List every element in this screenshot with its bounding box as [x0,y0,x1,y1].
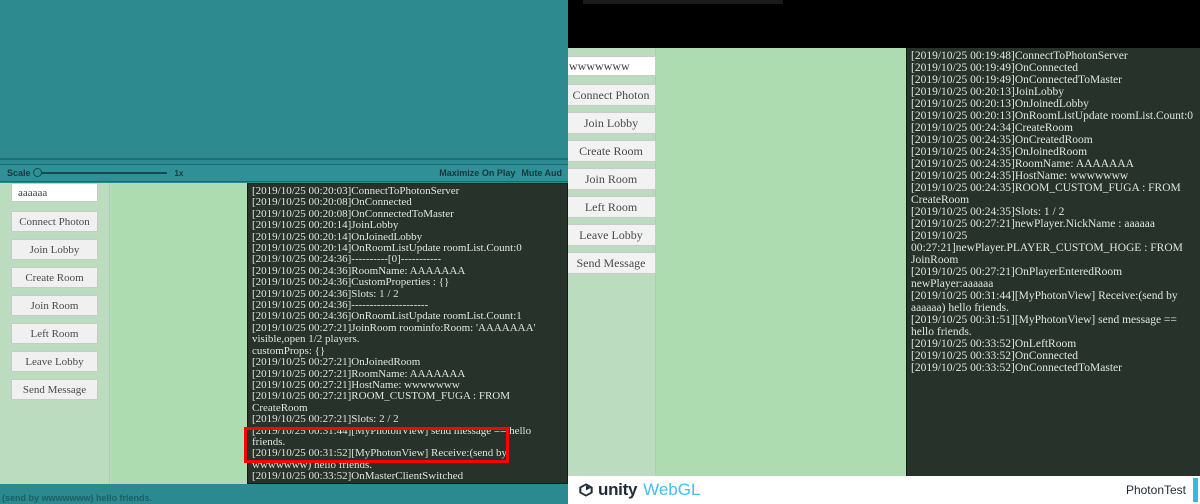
editor-left-room-button[interactable]: Left Room [11,323,98,344]
webgl-left-room-button[interactable]: Left Room [568,196,656,218]
webgl-create-room-button[interactable]: Create Room [568,140,656,162]
scale-slider[interactable] [32,168,167,177]
editor-game-ui-button-column: Connect Photon Join Lobby Create Room Jo… [0,183,110,484]
webgl-build-title: PhotonTest [1125,483,1186,497]
toolbar-right-group: Maximize On Play Mute Aud [439,168,568,178]
webgl-game-canvas[interactable]: Connect Photon Join Lobby Create Room Jo… [568,48,1200,476]
editor-leave-lobby-button[interactable]: Leave Lobby [11,351,98,372]
editor-create-room-button[interactable]: Create Room [11,267,98,288]
editor-connect-photon-button[interactable]: Connect Photon [11,211,98,232]
webgl-game-ui-button-column: Connect Photon Join Lobby Create Room Jo… [568,48,656,476]
editor-join-lobby-button[interactable]: Join Lobby [11,239,98,260]
editor-upper-panel-area [0,0,568,160]
webgl-log-panel[interactable]: [2019/10/25 00:19:48]ConnectToPhotonServ… [906,48,1200,476]
webgl-join-room-button[interactable]: Join Room [568,168,656,190]
unity-editor-window: Scale 1x Maximize On Play Mute Aud Conne… [0,0,568,504]
mute-audio-toggle[interactable]: Mute Aud [521,168,562,178]
webgl-game-empty-area [657,48,906,476]
editor-log-text: [2019/10/25 00:20:03]ConnectToPhotonServ… [252,185,542,483]
editor-join-room-button[interactable]: Join Room [11,295,98,316]
unity-logo: unity WebGL [578,480,700,500]
webgl-send-message-button[interactable]: Send Message [568,252,656,274]
editor-log-panel[interactable]: [2019/10/25 00:20:03]ConnectToPhotonServ… [247,183,568,484]
editor-nickname-input[interactable] [11,183,98,202]
scale-value: 1x [174,168,184,178]
webgl-join-lobby-button[interactable]: Join Lobby [568,112,656,134]
browser-chrome-bar [568,0,1200,48]
page-scrollbar-thumb[interactable] [1193,478,1198,502]
scale-label: Scale [7,168,31,178]
unity-cube-icon [579,483,593,497]
webgl-wordmark: WebGL [643,480,701,499]
game-view-toolbar: Scale 1x Maximize On Play Mute Aud [0,164,568,182]
webgl-footer-bar: unity WebGL PhotonTest [568,476,1200,504]
maximize-on-play-toggle[interactable]: Maximize On Play [439,168,515,178]
webgl-nickname-input[interactable] [568,56,656,76]
browser-window: Connect Photon Join Lobby Create Room Jo… [568,0,1200,504]
editor-clipped-console-text: (send by wwwwwww) hello friends. [2,493,153,503]
editor-bottom-strip: (send by wwwwwww) hello friends. [0,484,568,504]
editor-game-empty-area [111,183,247,484]
webgl-leave-lobby-button[interactable]: Leave Lobby [568,224,656,246]
screenshot-root: Scale 1x Maximize On Play Mute Aud Conne… [0,0,1200,504]
browser-tab-strip[interactable] [583,0,783,4]
editor-send-message-button[interactable]: Send Message [11,379,98,400]
webgl-connect-photon-button[interactable]: Connect Photon [568,84,656,106]
unity-wordmark: unity [598,480,638,499]
scale-slider-handle[interactable] [32,168,42,177]
webgl-log-text: [2019/10/25 00:19:48]ConnectToPhotonServ… [911,50,1194,374]
editor-game-view: Connect Photon Join Lobby Create Room Jo… [0,183,568,484]
